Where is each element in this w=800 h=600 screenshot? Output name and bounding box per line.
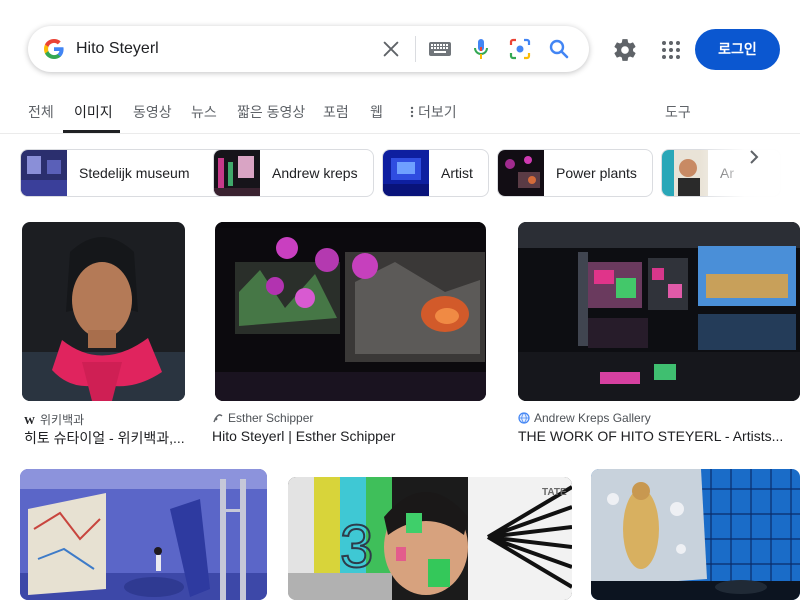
result-title[interactable]: Hito Steyerl | Esther Schipper (212, 428, 487, 444)
result-source: Andrew Kreps Gallery (518, 411, 651, 425)
chip-thumbnail (498, 150, 544, 196)
tab-images[interactable]: 이미지 (74, 102, 113, 122)
result-image-blue-room[interactable] (20, 469, 267, 600)
tab-tools[interactable]: 도구 (665, 102, 691, 122)
chip-andrew-kreps[interactable]: Andrew kreps (213, 149, 374, 197)
chip-thumbnail (21, 150, 67, 196)
result-image-grid-projection[interactable] (591, 469, 800, 600)
result-source: W 위키백과 (24, 411, 84, 428)
chip-label: Andrew kreps (272, 165, 358, 181)
lens-icon[interactable] (508, 37, 532, 61)
result-image-gallery[interactable] (518, 222, 800, 401)
tate-watermark: TATE (542, 487, 567, 498)
apps-icon[interactable] (659, 38, 683, 62)
tab-videos[interactable]: 동영상 (133, 102, 172, 122)
tab-forums[interactable]: 포럼 (323, 102, 349, 122)
gear-icon[interactable] (612, 37, 638, 63)
tab-web[interactable]: 웹 (370, 102, 383, 122)
search-tabs: 전체 이미지 동영상 뉴스 짧은 동영상 포럼 웹 더보기 도구 (0, 92, 800, 134)
result-image-portrait[interactable] (22, 222, 185, 401)
search-icon[interactable] (547, 37, 571, 61)
chip-thumbnail (383, 150, 429, 196)
result-source-label: Andrew Kreps Gallery (534, 411, 651, 425)
tab-more[interactable]: 더보기 (410, 102, 457, 122)
google-g-icon (44, 39, 64, 59)
chip-power-plants[interactable]: Power plants (497, 149, 653, 197)
result-title[interactable]: THE WORK OF HITO STEYERL - Artists... (518, 428, 796, 444)
tab-all[interactable]: 전체 (28, 102, 54, 122)
tab-short-videos[interactable]: 짧은 동영상 (237, 102, 305, 122)
tab-news[interactable]: 뉴스 (191, 102, 217, 122)
chip-stedelijk-museum[interactable]: Stedelijk museum (20, 149, 233, 197)
search-box[interactable] (28, 26, 589, 72)
svg-text:W: W (24, 415, 35, 426)
result-source: Esther Schipper (212, 411, 313, 425)
chip-artist[interactable]: Artist (382, 149, 489, 197)
result-image-test-card[interactable]: 3 TATE (288, 477, 572, 600)
globe-icon (518, 412, 530, 424)
result-source-label: 위키백과 (40, 413, 85, 427)
login-button[interactable]: 로그인 (695, 29, 780, 70)
result-image-installation-purple[interactable] (215, 222, 486, 401)
tab-more-label: 더보기 (418, 104, 457, 120)
mic-icon[interactable] (469, 37, 493, 61)
chip-label: Power plants (556, 165, 637, 181)
svg-text:3: 3 (340, 513, 373, 580)
site-icon (213, 414, 223, 423)
chip-thumbnail (214, 150, 260, 196)
more-vert-icon (410, 106, 414, 118)
clear-icon[interactable] (380, 38, 402, 60)
result-title[interactable]: 히토 슈타이얼 - 위키백과,... (24, 428, 186, 448)
chip-label: Stedelijk museum (79, 165, 190, 181)
result-source-label: Esther Schipper (228, 411, 314, 425)
active-tab-indicator (63, 130, 120, 133)
keyboard-icon[interactable] (428, 40, 452, 58)
search-input[interactable] (76, 37, 366, 61)
search-divider (415, 36, 416, 62)
wikipedia-w-icon: W (24, 415, 35, 426)
chip-label: Artist (441, 165, 473, 181)
chevron-right-icon[interactable] (742, 145, 766, 169)
